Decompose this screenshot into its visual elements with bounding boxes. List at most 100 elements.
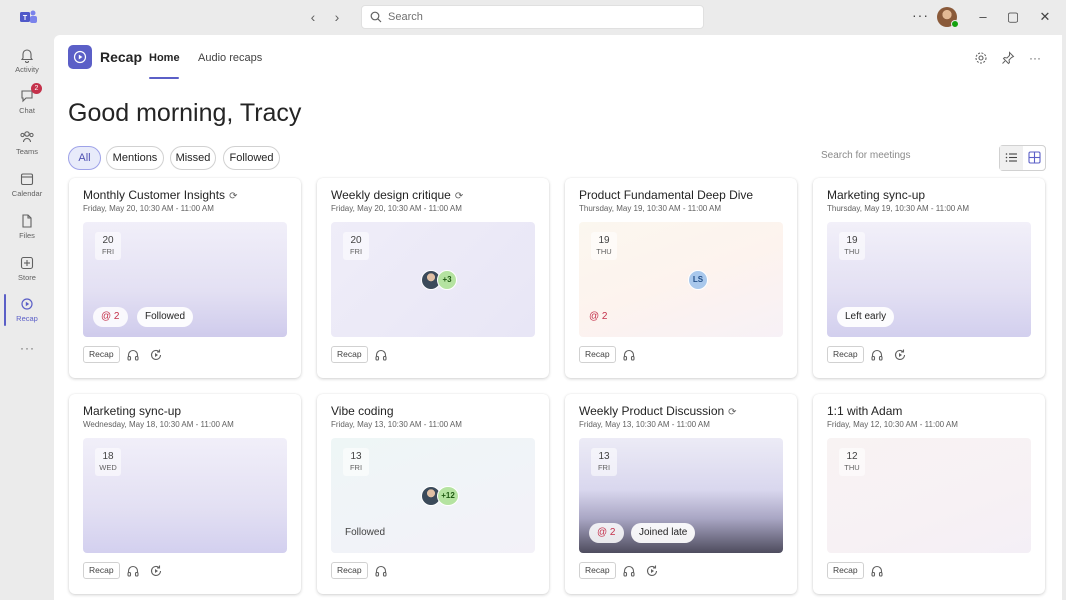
headphones-icon[interactable] xyxy=(870,564,884,578)
date-badge: 19 THU xyxy=(839,232,865,260)
filter-followed[interactable]: Followed xyxy=(223,146,280,170)
card-title: Marketing sync-up xyxy=(83,404,182,418)
mention-count-badge[interactable]: @ 2 xyxy=(93,307,128,327)
status-pill: Left early xyxy=(837,307,895,327)
bell-icon xyxy=(20,49,34,63)
card-thumbnail: 13 FRI +12 Followed xyxy=(331,438,535,553)
recap-button[interactable]: Recap xyxy=(827,346,864,363)
recap-button[interactable]: Recap xyxy=(579,562,616,579)
card-title: 1:1 with Adam xyxy=(827,404,903,418)
recap-button[interactable]: Recap xyxy=(827,562,864,579)
meeting-card[interactable]: Marketing sync-up Wednesday, May 18, 10:… xyxy=(69,394,301,594)
meeting-card[interactable]: Monthly Customer Insights ⟳ Friday, May 2… xyxy=(69,178,301,378)
forward-arrow-icon[interactable]: › xyxy=(329,9,345,25)
loop-play-icon[interactable] xyxy=(645,564,659,578)
rail-label: Files xyxy=(19,231,35,240)
card-time: Thursday, May 19, 10:30 AM - 11:00 AM xyxy=(579,204,721,213)
rail-item-teams[interactable]: Teams xyxy=(0,127,54,163)
headphones-icon[interactable] xyxy=(374,348,388,362)
card-title: Product Fundamental Deep Dive xyxy=(579,188,754,202)
rail-item-calendar[interactable]: Calendar xyxy=(0,169,54,205)
headphones-icon[interactable] xyxy=(622,348,636,362)
headphones-icon[interactable] xyxy=(622,564,636,578)
rail-item-activity[interactable]: Activity xyxy=(0,45,54,81)
grid-view-icon[interactable] xyxy=(1023,146,1046,170)
date-badge: 20 FRI xyxy=(343,232,369,260)
meeting-card[interactable]: Product Fundamental Deep Dive Thursday, … xyxy=(565,178,797,378)
rail-label: Teams xyxy=(15,147,39,156)
headphones-icon[interactable] xyxy=(126,348,140,362)
rail-label: Calendar xyxy=(11,189,43,198)
loop-play-icon[interactable] xyxy=(893,348,907,362)
mention-count-badge[interactable]: @ 2 xyxy=(589,307,608,327)
card-thumbnail: 13 FRI @ 2 Joined late xyxy=(579,438,783,553)
recurring-icon: ⟳ xyxy=(728,407,737,418)
tab-home[interactable]: Home xyxy=(149,52,180,64)
loop-play-icon[interactable] xyxy=(149,564,163,578)
rail-label: Activity xyxy=(15,65,39,74)
more-options-icon[interactable]: ··· xyxy=(1028,51,1042,65)
status-pill: Followed xyxy=(137,307,194,327)
global-search[interactable] xyxy=(361,5,704,29)
recap-button[interactable]: Recap xyxy=(331,346,368,363)
headphones-icon[interactable] xyxy=(374,564,388,578)
filter-missed[interactable]: Missed xyxy=(170,146,216,170)
rail-label: Store xyxy=(18,273,36,282)
minimize-icon[interactable]: – xyxy=(975,9,991,25)
meeting-search-input[interactable] xyxy=(821,150,991,161)
date-badge: 18 WED xyxy=(95,448,121,476)
date-badge: 13 FRI xyxy=(591,448,617,476)
teams-icon xyxy=(20,131,34,143)
back-arrow-icon[interactable]: ‹ xyxy=(305,9,321,25)
search-icon xyxy=(370,11,382,23)
recap-button[interactable]: Recap xyxy=(331,562,368,579)
teams-logo-icon: T xyxy=(20,10,37,23)
maximize-icon[interactable]: ▢ xyxy=(1005,9,1021,25)
card-thumbnail: 20 FRI +3 xyxy=(331,222,535,337)
recap-button[interactable]: Recap xyxy=(579,346,616,363)
close-icon[interactable]: ✕ xyxy=(1037,9,1053,25)
presence-available-icon xyxy=(951,20,959,28)
card-time: Thursday, May 19, 10:30 AM - 11:00 AM xyxy=(827,204,969,213)
recurring-icon: ⟳ xyxy=(454,191,464,202)
pin-icon[interactable] xyxy=(1001,51,1015,65)
headphones-icon[interactable] xyxy=(870,348,884,362)
card-title: Vibe coding xyxy=(331,404,394,418)
card-time: Friday, May 12, 10:30 AM - 11:00 AM xyxy=(827,420,958,429)
date-badge: 19 THU xyxy=(591,232,617,260)
more-apps-icon[interactable]: ··· xyxy=(20,341,35,355)
loop-play-icon[interactable] xyxy=(149,348,163,362)
rail-label: Recap xyxy=(16,314,38,323)
card-thumbnail: 18 WED xyxy=(83,438,287,553)
app-rail: Activity 2 Chat Teams Calendar Files Sto… xyxy=(0,35,54,600)
global-search-input[interactable] xyxy=(388,9,688,25)
headphones-icon[interactable] xyxy=(126,564,140,578)
recap-play-icon xyxy=(73,50,87,64)
meeting-card[interactable]: Weekly Product Discussion ⟳ Friday, May 1… xyxy=(565,394,797,594)
rail-item-store[interactable]: Store xyxy=(0,253,54,289)
recap-main-panel: Recap Home Audio recaps ··· Good morning… xyxy=(54,35,1062,600)
settings-gear-icon[interactable] xyxy=(974,51,988,65)
card-title: Marketing sync-up xyxy=(827,188,926,202)
card-title: Weekly Product Discussion ⟳ xyxy=(579,404,737,418)
rail-item-chat[interactable]: 2 Chat xyxy=(0,83,54,122)
store-icon xyxy=(20,256,34,270)
more-options-icon[interactable]: ··· xyxy=(912,7,929,23)
tab-audio-recaps[interactable]: Audio recaps xyxy=(198,52,262,64)
mention-count-badge[interactable]: @ 2 xyxy=(589,523,624,543)
meeting-card[interactable]: Marketing sync-up Thursday, May 19, 10:3… xyxy=(813,178,1045,378)
meeting-card[interactable]: 1:1 with Adam Friday, May 12, 10:30 AM -… xyxy=(813,394,1045,594)
filter-all[interactable]: All xyxy=(68,146,101,170)
rail-item-files[interactable]: Files xyxy=(0,211,54,247)
svg-text:T: T xyxy=(23,15,28,22)
rail-item-recap[interactable]: Recap xyxy=(0,294,54,330)
title-bar: T ‹ › ··· – ▢ ✕ xyxy=(0,0,1066,35)
list-view-icon[interactable] xyxy=(1000,146,1023,170)
filter-mentions[interactable]: Mentions xyxy=(106,146,164,170)
greeting-heading: Good morning, Tracy xyxy=(68,99,302,127)
recap-button[interactable]: Recap xyxy=(83,346,120,363)
meeting-card[interactable]: Weekly design critique ⟳ Friday, May 20, … xyxy=(317,178,549,378)
date-badge: 12 THU xyxy=(839,448,865,476)
recap-button[interactable]: Recap xyxy=(83,562,120,579)
meeting-card[interactable]: Vibe coding Friday, May 13, 10:30 AM - 1… xyxy=(317,394,549,594)
